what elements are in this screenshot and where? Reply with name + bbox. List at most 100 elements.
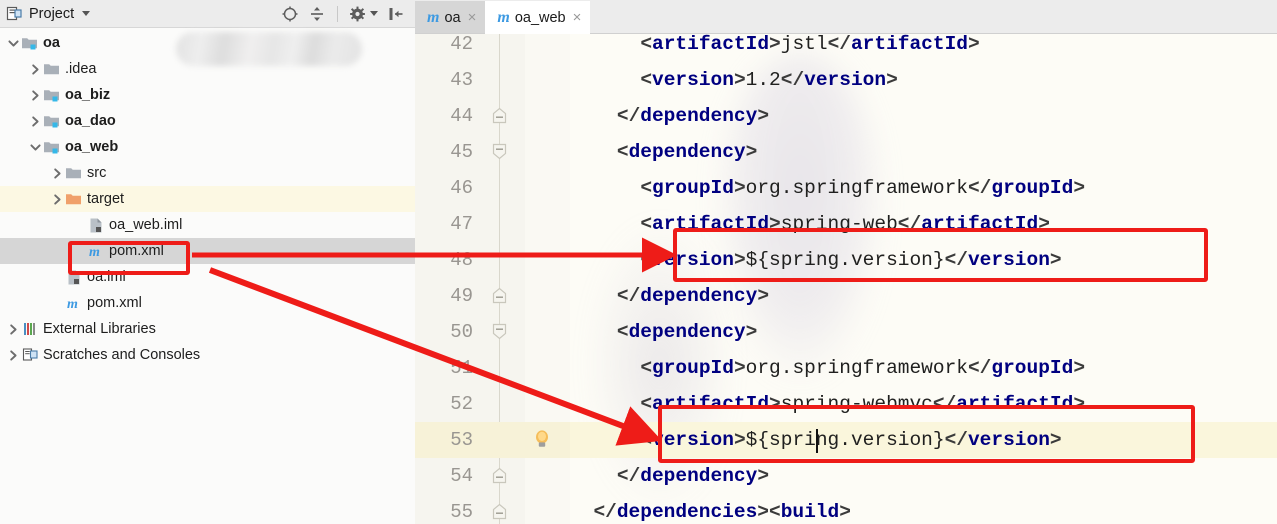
chevron-collapsed-icon[interactable] [28,82,42,108]
fold-start-icon[interactable] [491,323,508,340]
tree-item-label: .idea [65,60,97,77]
chevron-collapsed-icon[interactable] [50,186,64,212]
chevron-collapsed-icon[interactable] [6,342,20,368]
code-token: dependency [640,105,758,127]
code-token: > [745,321,758,343]
code-text[interactable]: <artifactId>spring-web</artifactId> [640,206,1050,242]
chevron-collapsed-icon[interactable] [28,108,42,134]
project-tree[interactable]: oa .idea oa_biz oa_dao oa_web src target oa_web… [0,28,487,524]
tree-item-src[interactable]: src [0,160,415,186]
code-token: dependency [628,321,746,343]
code-line-50[interactable]: 50 <dependency> [415,314,1277,350]
redacted-project-name-overlay [176,32,362,66]
gear-icon[interactable] [349,5,367,23]
tree-item-oa-iml[interactable]: oa.iml [0,264,415,290]
code-text[interactable]: <version>${spring.version}</version> [640,242,1061,278]
line-number: 44 [450,105,473,127]
code-token: < [640,357,653,379]
tree-item-pom-xml[interactable]: m pom.xml [0,238,487,264]
tree-item-oa-dao[interactable]: oa_dao [0,108,415,134]
code-text[interactable]: <groupId>org.springframework</groupId> [640,350,1085,386]
collapse-all-icon[interactable] [308,5,326,23]
project-title-label: Project [29,5,75,22]
code-line-45[interactable]: 45 <dependency> [415,134,1277,170]
code-text[interactable]: </dependencies><build> [593,494,850,524]
chevron-collapsed-icon[interactable] [50,160,64,186]
code-token: artifactId [956,393,1074,415]
tree-item-scratches-and-consoles[interactable]: Scratches and Consoles [0,342,415,368]
code-text[interactable]: <artifactId>spring-webmvc</artifactId> [640,386,1085,422]
tree-item-label: oa.iml [87,268,126,285]
idea-window: Project oa .idea oa_biz oa_dao oa_web sr… [0,0,1277,524]
tree-item-pom-xml[interactable]: m pom.xml [0,290,415,316]
close-icon[interactable]: × [573,10,582,25]
code-text[interactable]: <dependency> [617,314,757,350]
maven-file-icon: m [427,8,440,26]
code-line-48[interactable]: 48 <version>${spring.version}</version> [415,242,1277,278]
code-line-47[interactable]: 47 <artifactId>spring-web</artifactId> [415,206,1277,242]
close-icon[interactable]: × [468,10,477,25]
iml-file-icon [86,217,106,234]
tree-item-target[interactable]: target [0,186,415,212]
tree-item-oa-web-iml[interactable]: oa_web.iml [0,212,415,238]
fold-end-icon[interactable] [491,467,508,484]
project-toolbar: Project [0,0,415,28]
code-text[interactable]: <dependency> [617,134,757,170]
code-line-44[interactable]: 44 </dependency> [415,98,1277,134]
code-token: org.springframework [745,177,968,199]
intention-bulb-icon[interactable] [532,428,552,455]
chevron-down-icon[interactable] [82,11,91,16]
line-number: 51 [450,357,473,379]
code-text[interactable]: <groupId>org.springframework</groupId> [640,170,1085,206]
fold-end-icon[interactable] [491,287,508,304]
fold-end-icon[interactable] [491,107,508,124]
code-line-43[interactable]: 43 <version>1.2</version> [415,62,1277,98]
code-token: dependency [628,141,746,163]
code-line-51[interactable]: 51 <groupId>org.springframework</groupId> [415,350,1277,386]
code-line-52[interactable]: 52 <artifactId>spring-webmvc</artifactId> [415,386,1277,422]
code-editor[interactable]: 42 <artifactId>jstl</artifactId> 43 <versio… [415,34,1277,524]
tree-item-oa-biz[interactable]: oa_biz [0,82,415,108]
code-text[interactable]: </dependency> [617,458,769,494]
code-line-46[interactable]: 46 <groupId>org.springframework</groupId> [415,170,1277,206]
tree-item-external-libraries[interactable]: External Libraries [0,316,415,342]
code-token: </ [827,34,851,55]
code-token: > [839,501,851,523]
editor-tab-oa_web[interactable]: m oa_web × [485,1,591,34]
locate-target-icon[interactable] [281,5,299,23]
editor-tab-oa[interactable]: m oa × [415,1,486,34]
code-text[interactable]: <version>${spring.version}</version> [640,422,1061,458]
code-line-54[interactable]: 54 </dependency> [415,458,1277,494]
chevron-collapsed-icon[interactable] [28,56,42,82]
module-folder-icon [20,35,40,51]
tree-item-oa-web[interactable]: oa_web [0,134,415,160]
line-number: 55 [450,501,473,523]
fold-start-icon[interactable] [491,143,508,160]
code-token: >< [757,501,781,523]
code-token: version [967,249,1050,271]
code-token: > [769,34,781,55]
code-text[interactable]: </dependency> [617,98,769,134]
code-text[interactable]: <artifactId>jstl</artifactId> [640,34,979,62]
code-token: artifactId [652,213,770,235]
gear-chevron-down-icon[interactable] [370,11,378,16]
code-token: > [757,285,770,307]
hide-panel-icon[interactable] [387,5,405,23]
fold-end-icon[interactable] [491,503,508,520]
folder-icon [64,165,84,181]
chevron-expanded-icon[interactable] [28,134,42,160]
code-token: < [640,429,653,451]
code-token: > [733,357,746,379]
code-line-55[interactable]: 55 </dependencies><build> [415,494,1277,524]
project-title-button[interactable]: Project [6,5,91,22]
code-token: </ [944,429,968,451]
chevron-expanded-icon[interactable] [6,30,20,56]
code-token: > [733,429,746,451]
chevron-collapsed-icon[interactable] [6,316,20,342]
code-text[interactable]: </dependency> [617,278,769,314]
code-text[interactable]: <version>1.2</version> [640,62,897,98]
code-line-42[interactable]: 42 <artifactId>jstl</artifactId> [415,34,1277,62]
code-line-53[interactable]: 53 <version>${spring.version}</version> [415,422,1277,458]
code-line-49[interactable]: 49 </dependency> [415,278,1277,314]
code-token: </ [780,69,805,91]
